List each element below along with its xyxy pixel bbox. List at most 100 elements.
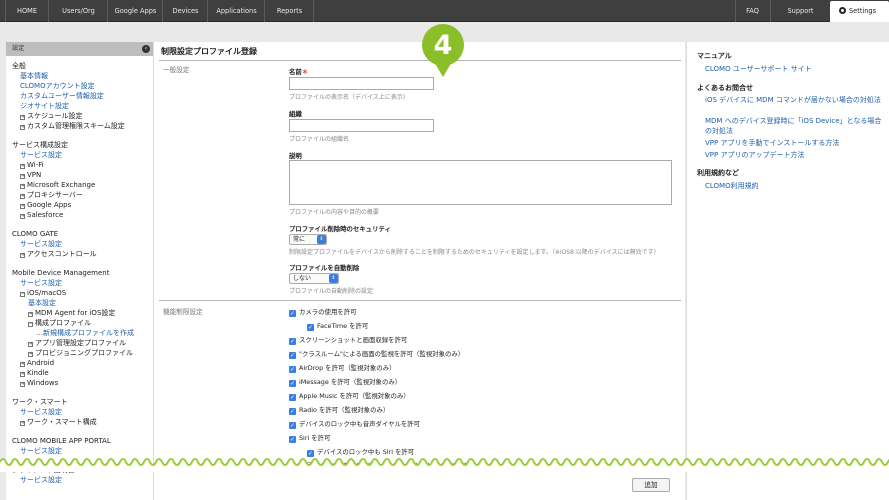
sidebar-item[interactable]: 基本情報 xyxy=(20,72,48,81)
checkbox[interactable]: ✓ xyxy=(289,310,296,317)
name-input[interactable] xyxy=(289,77,434,90)
expand-icon[interactable]: + xyxy=(28,312,33,317)
name-help: プロファイルの表示名（デバイス上に表示） xyxy=(289,94,409,101)
sidebar-item-label: Android xyxy=(27,359,55,367)
security-help: 制限設定プロファイルをデバイスから削除することを制限するためのセキュリティを設定… xyxy=(289,249,660,256)
sidebar-item-label: CLOMO MOBILE APP PORTAL xyxy=(12,437,111,445)
sidebar-item[interactable]: + Android xyxy=(20,359,54,368)
sidebar-item[interactable]: + Salesforce xyxy=(20,211,63,220)
expand-icon[interactable]: + xyxy=(20,194,25,199)
expand-icon[interactable]: + xyxy=(20,421,25,426)
sidebar-item[interactable]: + プロビジョニングプロファイル xyxy=(28,349,133,358)
description-textarea[interactable] xyxy=(289,160,672,205)
auto-delete-select[interactable]: しない ⇕ xyxy=(289,273,339,284)
sidebar-item[interactable]: サービス設定 xyxy=(20,408,62,417)
expand-icon[interactable]: + xyxy=(20,204,25,209)
sidebar-item[interactable]: + Wi-Fi xyxy=(20,161,44,170)
expand-icon[interactable]: + xyxy=(28,352,33,357)
checkbox-label: スクリーンショットと画面収録を許可 xyxy=(299,336,408,344)
sidebar-item[interactable]: + アクセスコントロール xyxy=(20,250,97,259)
checkbox[interactable]: ✓ xyxy=(289,436,296,443)
sidebar-item[interactable]: カスタムユーザー情報設定 xyxy=(20,92,104,101)
expand-icon[interactable]: + xyxy=(20,115,25,120)
checkbox-label: Siri を許可 xyxy=(299,434,331,442)
sidebar-item[interactable]: + Windows xyxy=(20,379,58,388)
sidebar-item-label: プロキシサーバー xyxy=(27,191,83,199)
sidebar-item[interactable]: + Microsoft Exchange xyxy=(20,181,95,190)
checkbox[interactable]: ✓ xyxy=(289,366,296,373)
collapse-sidebar-icon[interactable]: ‹ xyxy=(142,45,150,53)
sidebar-item[interactable]: サービス設定 xyxy=(20,151,62,160)
checkbox[interactable]: ✓ xyxy=(289,422,296,429)
collapse-icon[interactable]: − xyxy=(28,322,33,327)
sidebar-item-label: サービス設定 xyxy=(20,279,62,287)
org-input[interactable] xyxy=(289,119,434,132)
nav-users-org[interactable]: Users/Org xyxy=(50,0,108,22)
sidebar-item[interactable]: + スケジュール設定 xyxy=(20,112,83,121)
nav-reports[interactable]: Reports xyxy=(266,0,314,22)
terms-link[interactable]: CLOMO利用規約 xyxy=(705,181,885,191)
sidebar-item[interactable]: サービス設定 xyxy=(20,240,62,249)
expand-icon[interactable]: + xyxy=(20,125,25,130)
expand-icon[interactable]: + xyxy=(20,214,25,219)
checkbox[interactable]: ✓ xyxy=(289,394,296,401)
expand-icon[interactable]: + xyxy=(20,372,25,377)
expand-icon[interactable]: + xyxy=(20,184,25,189)
restriction-checkbox-row[interactable]: ✓ Radio を許可（監視対象のみ） xyxy=(289,406,389,415)
sidebar-item-label: サービス設定 xyxy=(20,408,62,416)
sidebar-item[interactable]: + VPN xyxy=(20,171,41,180)
sidebar-item[interactable]: 基本設定 xyxy=(28,299,56,308)
restriction-checkbox-row[interactable]: ✓ AirDrop を許可（監視対象のみ） xyxy=(289,364,395,373)
nav-faq[interactable]: FAQ xyxy=(735,0,769,22)
restriction-checkbox-row[interactable]: ✓ iMessage を許可（監視対象のみ） xyxy=(289,378,401,387)
restriction-checkbox-row[interactable]: ✓ Apple Music を許可（監視対象のみ） xyxy=(289,392,410,401)
sidebar-item[interactable]: サービス設定 xyxy=(20,476,62,485)
restriction-checkbox-row[interactable]: ✓ スクリーンショットと画面収録を許可 xyxy=(289,336,407,345)
expand-icon[interactable]: + xyxy=(20,164,25,169)
sidebar-item[interactable]: + MDM Agent for iOS設定 xyxy=(28,309,115,318)
checkbox[interactable]: ✓ xyxy=(289,352,296,359)
faq-link[interactable]: VPP アプリのアップデート方法 xyxy=(705,150,885,160)
sidebar-item[interactable]: + アプリ管理設定プロファイル xyxy=(28,339,126,348)
expand-icon[interactable]: + xyxy=(20,382,25,387)
nav-applications[interactable]: Applications xyxy=(209,0,265,22)
sidebar-item[interactable]: …新規構成プロファイルを作成 xyxy=(36,329,134,338)
restriction-checkbox-row[interactable]: ✓ デバイスのロック中も音声ダイヤルを許可 xyxy=(289,420,420,429)
restriction-checkbox-row[interactable]: ✓ カメラの使用を許可 xyxy=(289,308,357,317)
checkbox[interactable]: ✓ xyxy=(289,408,296,415)
security-select[interactable]: 常に ⇕ xyxy=(289,234,327,245)
nav-settings[interactable]: Settings xyxy=(830,1,889,22)
faq-link[interactable]: iOS デバイスに MDM コマンドが届かない場合の対処法 xyxy=(705,95,885,105)
expand-icon[interactable]: + xyxy=(28,342,33,347)
sidebar-item[interactable]: サービス設定 xyxy=(20,279,62,288)
sidebar-item[interactable]: + ワーク・スマート構成 xyxy=(20,418,97,427)
sidebar-item[interactable]: + Kindle xyxy=(20,369,49,378)
restriction-checkbox-row[interactable]: ✓ Siri を許可 xyxy=(289,434,330,443)
expand-icon[interactable]: + xyxy=(20,362,25,367)
general-section-label: 一般設定 xyxy=(163,66,190,74)
checkbox[interactable]: ✓ xyxy=(307,324,314,331)
collapse-icon[interactable]: − xyxy=(20,292,25,297)
restriction-checkbox-row[interactable]: ✓ "クラスルーム"による画面の監視を許可（監視対象のみ） xyxy=(289,350,464,359)
faq-link[interactable]: MDM へのデバイス登録時に「iOS Device」となる場合の対処法 xyxy=(705,116,885,136)
sidebar-item[interactable]: + プロキシサーバー xyxy=(20,191,83,200)
sidebar-item[interactable]: + Google Apps xyxy=(20,201,71,210)
sidebar-item[interactable]: ジオサイト設定 xyxy=(20,102,69,111)
sidebar-item[interactable]: − 構成プロファイル xyxy=(28,319,91,328)
expand-icon[interactable]: + xyxy=(20,253,25,258)
checkbox[interactable]: ✓ xyxy=(289,338,296,345)
manual-link[interactable]: CLOMO ユーザーサポート サイト xyxy=(705,64,885,74)
sidebar-item[interactable]: + カスタム管理権限スキーム設定 xyxy=(20,122,125,131)
add-button[interactable]: 追加 xyxy=(632,478,670,492)
restriction-checkbox-row[interactable]: ✓ FaceTime を許可 xyxy=(307,322,368,331)
sidebar-item-label: 構成プロファイル xyxy=(35,319,91,327)
sidebar-item[interactable]: − iOS/macOS xyxy=(20,289,66,298)
checkbox[interactable]: ✓ xyxy=(289,380,296,387)
nav-home[interactable]: HOME xyxy=(5,0,49,22)
nav-devices[interactable]: Devices xyxy=(164,0,208,22)
sidebar-item[interactable]: CLOMOアカウント設定 xyxy=(20,82,95,91)
expand-icon[interactable]: + xyxy=(20,174,25,179)
nav-support[interactable]: Support xyxy=(770,0,830,22)
nav-google-apps[interactable]: Google Apps xyxy=(109,0,163,22)
faq-link[interactable]: VPP アプリを手動でインストールする方法 xyxy=(705,138,885,148)
